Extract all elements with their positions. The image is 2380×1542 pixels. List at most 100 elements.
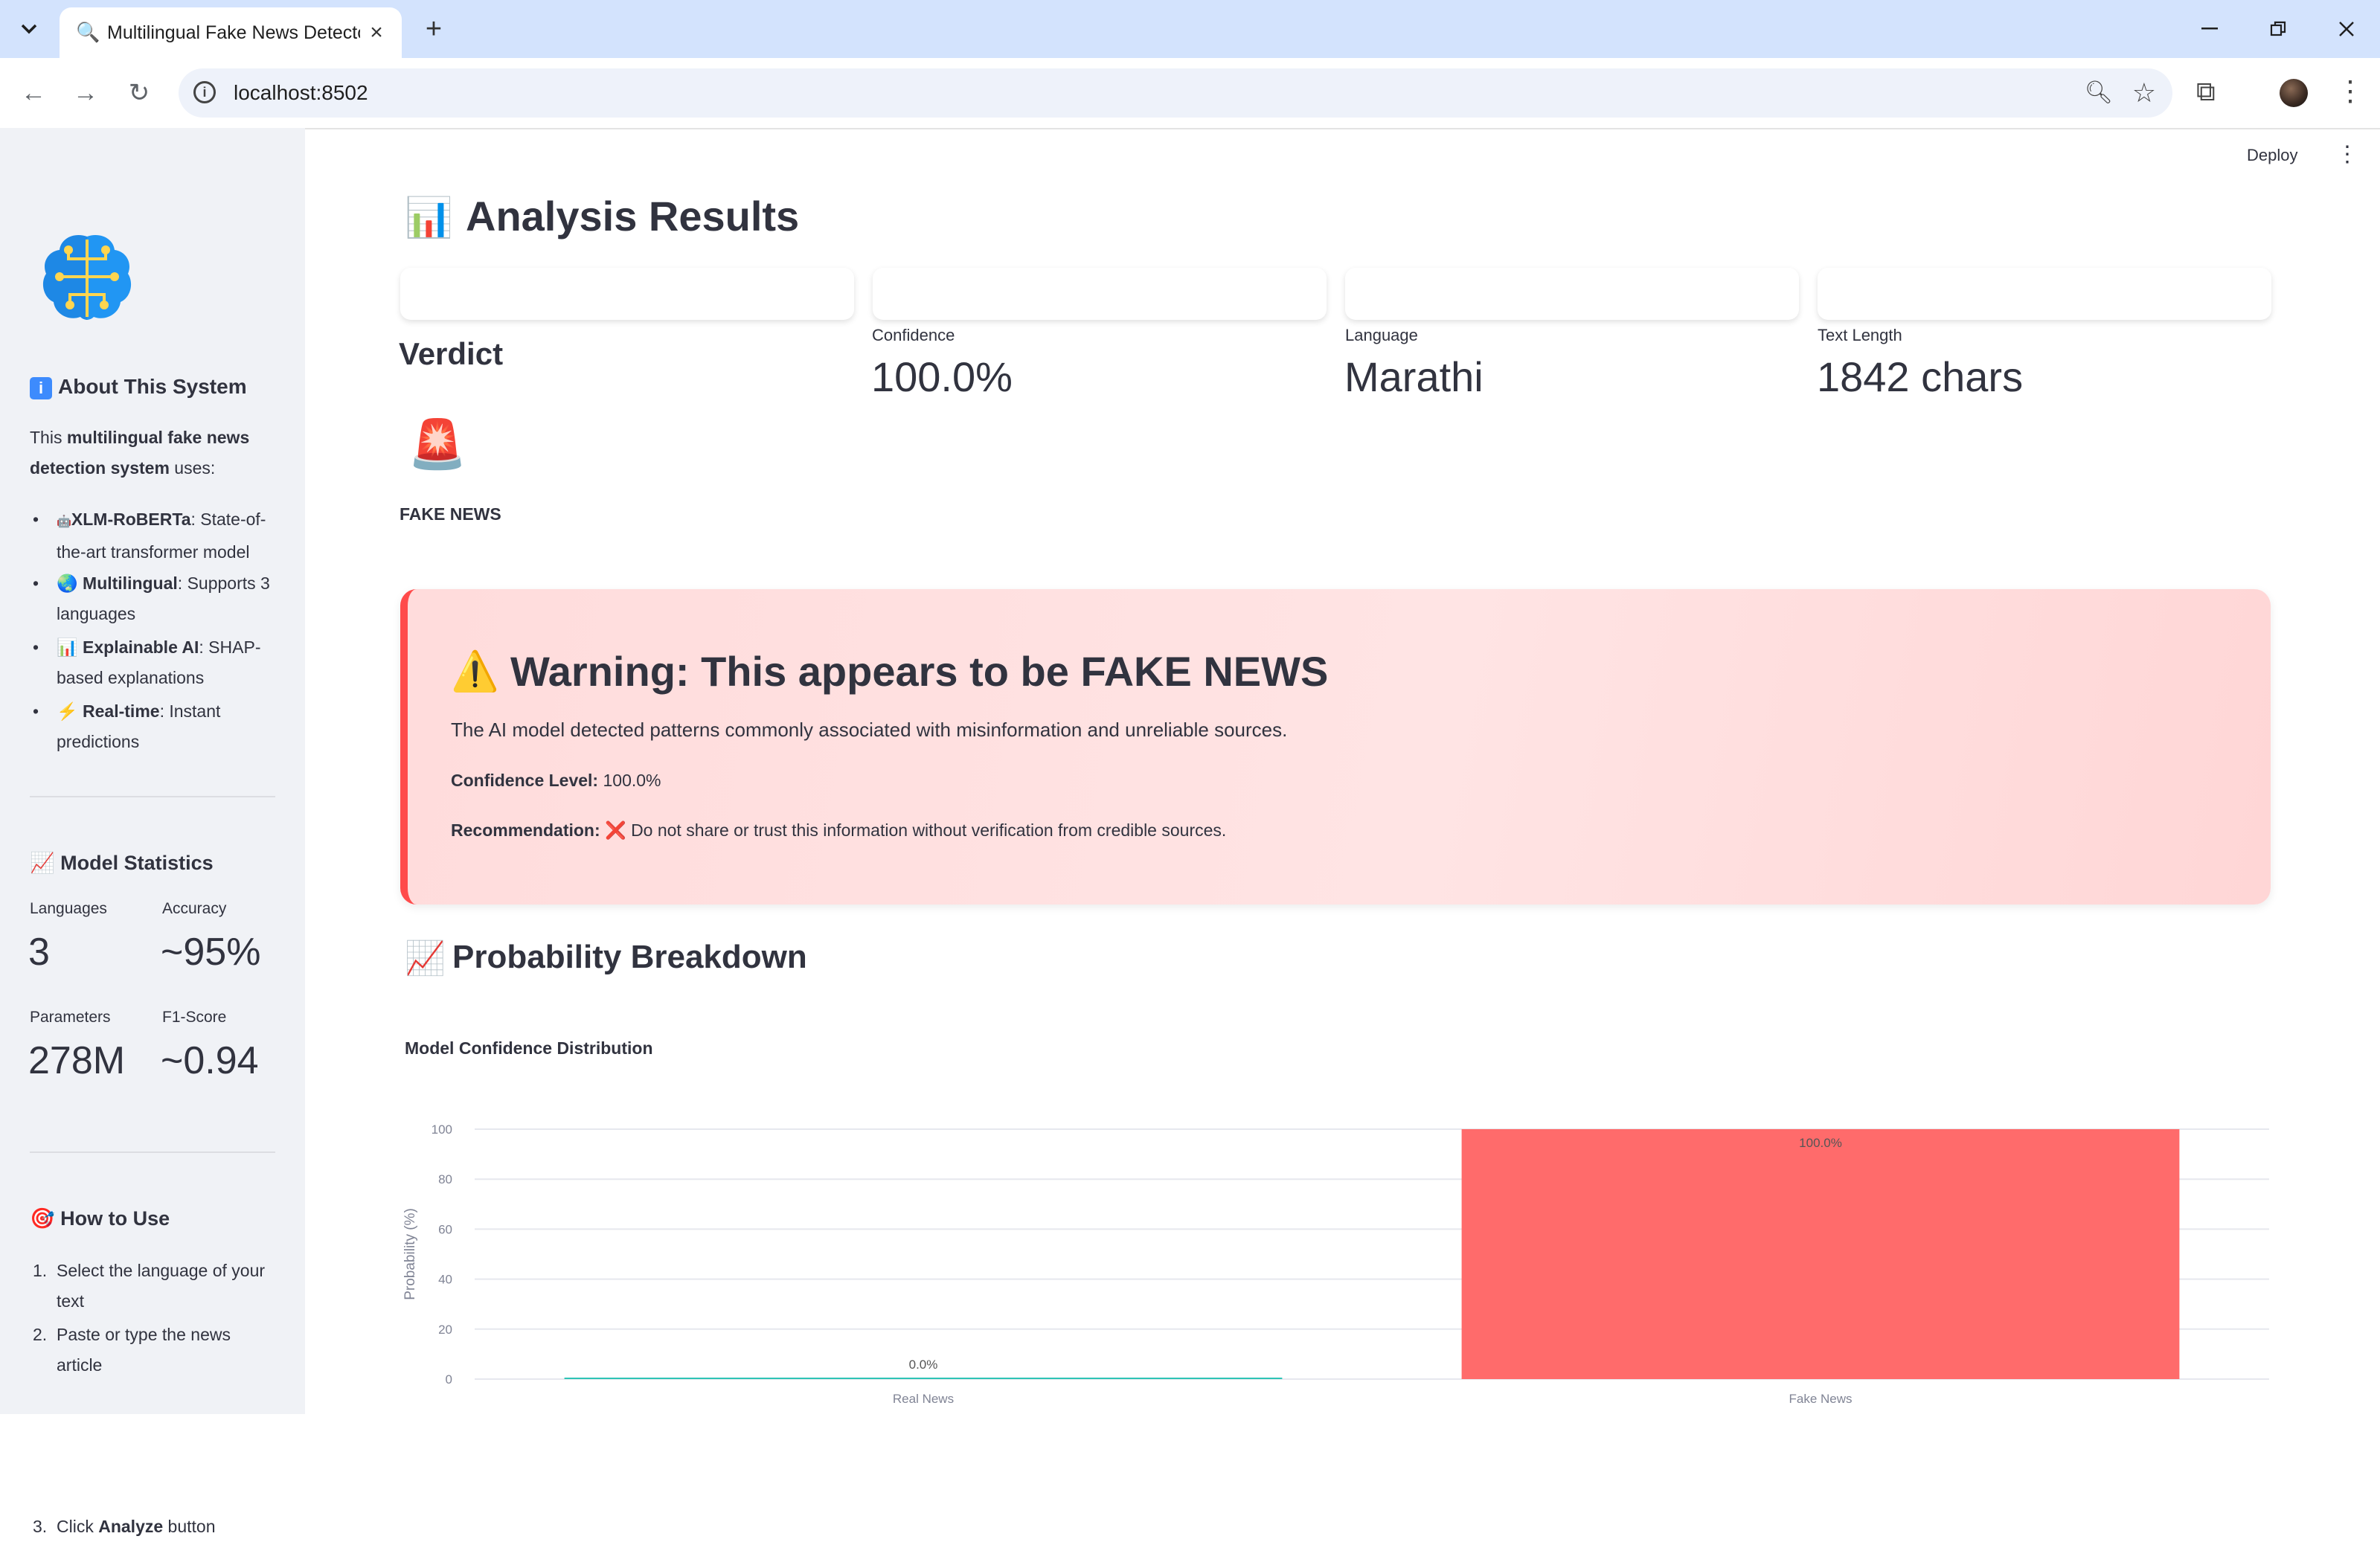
y-tick-label: 0 — [446, 1372, 452, 1387]
close-icon — [2339, 22, 2354, 36]
metric-label: Accuracy — [162, 900, 227, 917]
x-tick-label: Real News — [893, 1392, 954, 1406]
sidebar: i About This System This multilingual fak… — [0, 128, 305, 1536]
data-label: 0.0% — [909, 1358, 938, 1372]
text-length-value: 1842 chars — [1817, 353, 2024, 400]
restore-button[interactable] — [2256, 10, 2300, 48]
metric-label: Languages — [30, 900, 107, 917]
bookmark-star-icon[interactable]: ☆ — [2132, 77, 2156, 109]
tab-title: Multilingual Fake News Detector — [107, 22, 360, 43]
search-favicon-icon: 🔍 — [76, 21, 100, 43]
browser-menu-icon[interactable]: ⋮ — [2336, 74, 2364, 108]
metric-label: Parameters — [30, 1009, 111, 1026]
reload-icon: ↻ — [128, 79, 150, 107]
browser-tab-bar: 🔍 Multilingual Fake News Detector × + — [0, 0, 2380, 58]
metric-card — [1818, 268, 2271, 320]
minimize-button[interactable] — [2187, 10, 2232, 48]
site-info-icon[interactable]: i — [193, 81, 216, 103]
browser-tab[interactable]: 🔍 Multilingual Fake News Detector × — [60, 7, 402, 58]
divider — [30, 1151, 275, 1153]
language-label: Language — [1345, 326, 1418, 344]
brain-logo-icon — [42, 235, 132, 320]
metric-value: ~0.94 — [161, 1039, 259, 1082]
y-tick-label: 100 — [432, 1122, 452, 1137]
y-tick-label: 20 — [438, 1323, 452, 1337]
chart-title: Model Confidence Distribution — [405, 1038, 653, 1058]
close-window-button[interactable] — [2324, 10, 2369, 48]
restore-icon — [2270, 21, 2286, 36]
lightning-icon: ⚡ — [57, 701, 78, 721]
target-icon: 🎯 — [30, 1207, 55, 1230]
siren-icon: 🚨 — [408, 417, 467, 471]
zoom-icon[interactable]: 🔍︎ — [2085, 80, 2113, 106]
trend-chart-icon: 📈 — [30, 852, 55, 874]
chevron-down-icon — [21, 24, 37, 34]
warning-description: The AI model detected patterns commonly … — [451, 719, 1288, 741]
minimize-icon — [2201, 28, 2218, 30]
tab-search-button[interactable] — [12, 12, 46, 46]
bar-chart-icon: 📊 — [57, 637, 78, 657]
main-menu-icon[interactable]: ⋮ — [2336, 141, 2358, 167]
page-title: Analysis Results — [466, 193, 800, 240]
divider — [30, 796, 275, 797]
about-heading: i About This System — [30, 375, 247, 399]
x-tick-label: Fake News — [1789, 1392, 1852, 1406]
profile-avatar[interactable] — [2280, 79, 2308, 107]
feature-item: • 🤖XLM-RoBERTa: State-of-the-art transfor… — [33, 510, 266, 562]
verdict-text: FAKE NEWS — [400, 504, 501, 524]
metric-value: ~95% — [161, 931, 261, 974]
stats-heading: 📈 Model Statistics — [30, 852, 214, 874]
metric-card — [1345, 268, 1799, 320]
metric-card — [873, 268, 1327, 320]
y-axis-label: Probability (%) — [402, 1208, 418, 1300]
probability-chart: 0 20 40 60 80 100 Probability (%) 0.0% Real News… — [402, 1122, 2269, 1406]
cross-mark-icon: ❌ — [605, 820, 626, 840]
back-button[interactable]: ← — [15, 74, 52, 112]
arrow-right-icon: → — [73, 78, 98, 107]
new-tab-button[interactable]: + — [417, 12, 451, 46]
step-item: 2. Paste or type the news article — [33, 1325, 231, 1375]
bar-chart-icon: 📊 — [405, 196, 453, 240]
confidence-value: 100.0% — [871, 353, 1013, 400]
close-tab-icon[interactable]: × — [362, 18, 391, 48]
globe-icon: 🌏 — [57, 574, 78, 593]
forward-button[interactable]: → — [67, 74, 104, 112]
verdict-title: Verdict — [399, 336, 504, 371]
probability-title: Probability Breakdown — [452, 939, 807, 975]
bar — [1461, 1129, 2180, 1379]
warning-confidence: Confidence Level: 100.0% — [451, 771, 661, 790]
how-to-heading: 🎯 How to Use — [30, 1207, 170, 1230]
y-tick-label: 60 — [438, 1222, 452, 1236]
warning-title: Warning: This appears to be FAKE NEWS — [510, 648, 1329, 695]
feature-item: • 🌏 Multilingual: Supports 3 languages — [33, 574, 270, 623]
metric-label: F1-Score — [162, 1009, 227, 1026]
language-value: Marathi — [1344, 353, 1484, 400]
feature-item: • ⚡ Real-time: Instant predictions — [33, 701, 221, 751]
bar — [564, 1378, 1283, 1379]
extensions-icon[interactable]: ⧉ — [2196, 76, 2216, 108]
metric-value: 3 — [28, 931, 50, 974]
reload-button[interactable]: ↻ — [121, 74, 158, 112]
browser-toolbar: ← → ↻ i localhost:8502 🔍︎ ☆ ⧉ ⋮ — [0, 58, 2380, 129]
warning-box: ⚠️ Warning: This appears to be FAKE NEWS… — [400, 589, 2271, 905]
step-item: 1. Select the language of your text — [33, 1261, 266, 1311]
arrow-left-icon: ← — [21, 78, 46, 107]
warning-icon: ⚠️ — [451, 650, 499, 693]
metric-card — [400, 268, 854, 320]
feature-item: • 📊 Explainable AI: SHAP-based explanatio… — [33, 637, 261, 687]
deploy-button[interactable]: Deploy — [2247, 146, 2297, 165]
info-icon: i — [30, 377, 52, 399]
trend-chart-icon: 📈 — [405, 940, 446, 977]
metric-value: 278M — [28, 1039, 126, 1082]
confidence-label: Confidence — [872, 326, 955, 344]
warning-recommendation: Recommendation: ❌ Do not share or trust … — [451, 820, 1227, 840]
y-tick-label: 40 — [438, 1273, 452, 1287]
y-tick-label: 80 — [438, 1172, 452, 1186]
data-label: 100.0% — [1799, 1136, 1842, 1150]
robot-icon: 🤖 — [57, 515, 71, 528]
about-intro: This multilingual fake news detection sy… — [30, 428, 250, 478]
text-length-label: Text Length — [1818, 326, 1902, 344]
url-text[interactable]: localhost:8502 — [234, 81, 368, 105]
step-item: 3. Click Analyze button — [33, 1517, 216, 1536]
address-bar[interactable]: i localhost:8502 🔍︎ ☆ — [179, 68, 2172, 118]
